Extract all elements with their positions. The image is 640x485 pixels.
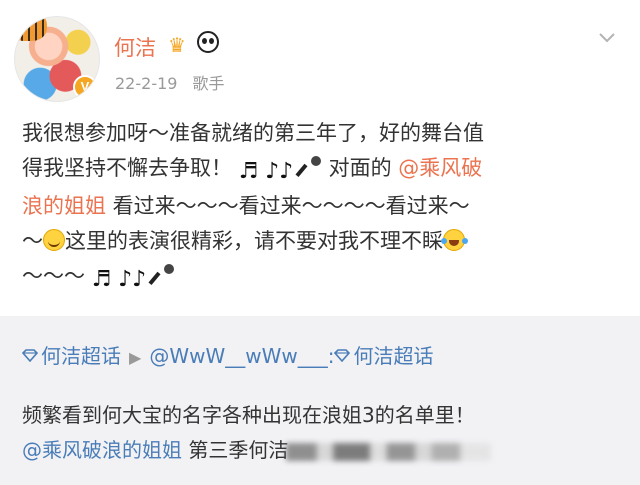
microphone-icon (300, 156, 322, 178)
laugh-cry-emoji-icon (441, 229, 465, 251)
post-text: 这里的表演很精彩，请不要对我不理不睬 (65, 229, 443, 253)
smile-emoji-icon (43, 229, 65, 251)
post-line-4: ～ 这里的表演很精彩，请不要对我不理不睬 (22, 224, 622, 259)
mention-link[interactable]: @乘风破浪的姐姐 (22, 438, 182, 462)
post-line-5: ～～～ ♬ ♪♪ (22, 259, 622, 297)
reposted-content[interactable]: 何洁超话 ▶ @WwW__wWw___: 何洁超话 频繁看到何大宝的名字各种出现在浪… (0, 316, 640, 485)
mention-link[interactable]: @乘风破 (398, 156, 482, 180)
weibo-post: V 何洁 ♛ 22-2-19 歌手 我很想参加呀～准备就绪的第三年了，好的舞台值… (0, 0, 640, 308)
post-text: ～ (22, 229, 43, 253)
music-note-icon: ♬ (238, 159, 259, 184)
music-notes-icon: ♪♪ (118, 267, 147, 292)
post-text: 我很想参加呀～准备就绪的第三年了，好的舞台值 (22, 121, 484, 145)
mention-link-continued[interactable]: 浪的姐姐 (22, 194, 106, 218)
blurred-text (286, 442, 492, 461)
repost-line-2: @乘风破浪的姐姐 第三季何洁 (22, 433, 632, 468)
verified-badge-icon: V (73, 75, 97, 99)
post-text: 看过来～～～看过来～～～～看过来～ (106, 194, 470, 218)
music-notes-icon: ♪♪ (265, 159, 294, 184)
super-topic-icon (22, 349, 38, 362)
post-line-3: 浪的姐姐 看过来～～～看过来～～～～看过来～ (22, 189, 622, 224)
repost-user[interactable]: @WwW__wWw___: (149, 344, 334, 368)
post-date: 22-2-19 (115, 74, 178, 93)
post-body: 我很想参加呀～准备就绪的第三年了，好的舞台值 得我坚持不懈去争取！ ♬ ♪♪ 对… (22, 116, 622, 297)
post-line-1: 我很想参加呀～准备就绪的第三年了，好的舞台值 (22, 116, 622, 151)
author-name[interactable]: 何洁 (114, 32, 156, 62)
post-source: 歌手 (192, 74, 225, 93)
post-text: 得我坚持不懈去争取！ (22, 156, 232, 180)
repost-header: 何洁超话 ▶ @WwW__wWw___: 何洁超话 (22, 340, 433, 369)
post-line-2: 得我坚持不懈去争取！ ♬ ♪♪ 对面的 @乘风破 (22, 151, 622, 189)
repost-body: 频繁看到何大宝的名字各种出现在浪姐3的名单里！ @乘风破浪的姐姐 第三季何洁 (22, 398, 632, 468)
topic-link[interactable]: 何洁超话 (41, 344, 121, 368)
separator-arrow-icon: ▶ (129, 348, 142, 367)
tiger-avatar-decoration (15, 17, 47, 41)
microphone-icon (153, 264, 175, 286)
avatar[interactable]: V (14, 16, 100, 102)
panda-badge-icon (197, 31, 219, 53)
post-text: ～～～ (22, 264, 85, 288)
repost-text: 第三季何洁 (182, 438, 289, 462)
chevron-down-icon[interactable] (598, 28, 616, 46)
crown-badge-icon: ♛ (168, 33, 186, 57)
user-topic-link[interactable]: 何洁超话 (353, 344, 433, 368)
post-meta: 22-2-19 歌手 (115, 70, 225, 94)
repost-line-1: 频繁看到何大宝的名字各种出现在浪姐3的名单里！ (22, 403, 475, 427)
post-text: 对面的 (328, 156, 392, 180)
music-note-icon: ♬ (91, 267, 112, 292)
super-topic-icon (334, 349, 351, 362)
